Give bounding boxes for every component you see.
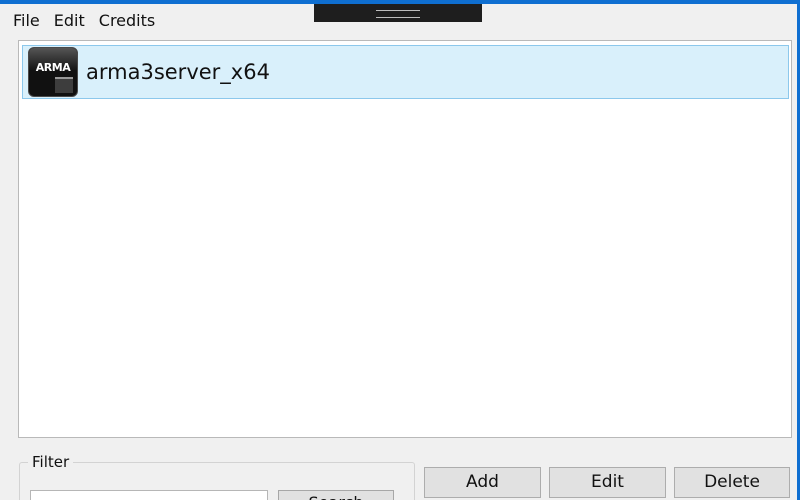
edit-button[interactable]: Edit: [549, 467, 666, 498]
list-item-label: arma3server_x64: [86, 60, 270, 84]
window-drag-handle[interactable]: [314, 4, 482, 22]
icon-logo-text: ARMA: [35, 61, 71, 74]
filter-group: Filter Search: [19, 453, 415, 500]
server-list[interactable]: ARMA arma3server_x64: [18, 40, 792, 438]
menu-item-credits[interactable]: Credits: [92, 9, 162, 33]
app-window: File Edit Credits ARMA arma3server_x64 F…: [0, 0, 800, 500]
menu-bar: File Edit Credits: [0, 8, 162, 34]
grip-icon: [376, 10, 420, 18]
filter-legend: Filter: [28, 453, 74, 471]
icon-server-badge: [55, 77, 73, 93]
arma3-app-icon: ARMA: [28, 47, 78, 97]
menu-item-file[interactable]: File: [6, 9, 47, 33]
filter-input[interactable]: [30, 490, 268, 500]
add-button[interactable]: Add: [424, 467, 541, 498]
delete-button[interactable]: Delete: [674, 467, 790, 498]
menu-item-edit[interactable]: Edit: [47, 9, 92, 33]
list-item[interactable]: ARMA arma3server_x64: [22, 45, 789, 99]
search-button[interactable]: Search: [278, 490, 394, 500]
